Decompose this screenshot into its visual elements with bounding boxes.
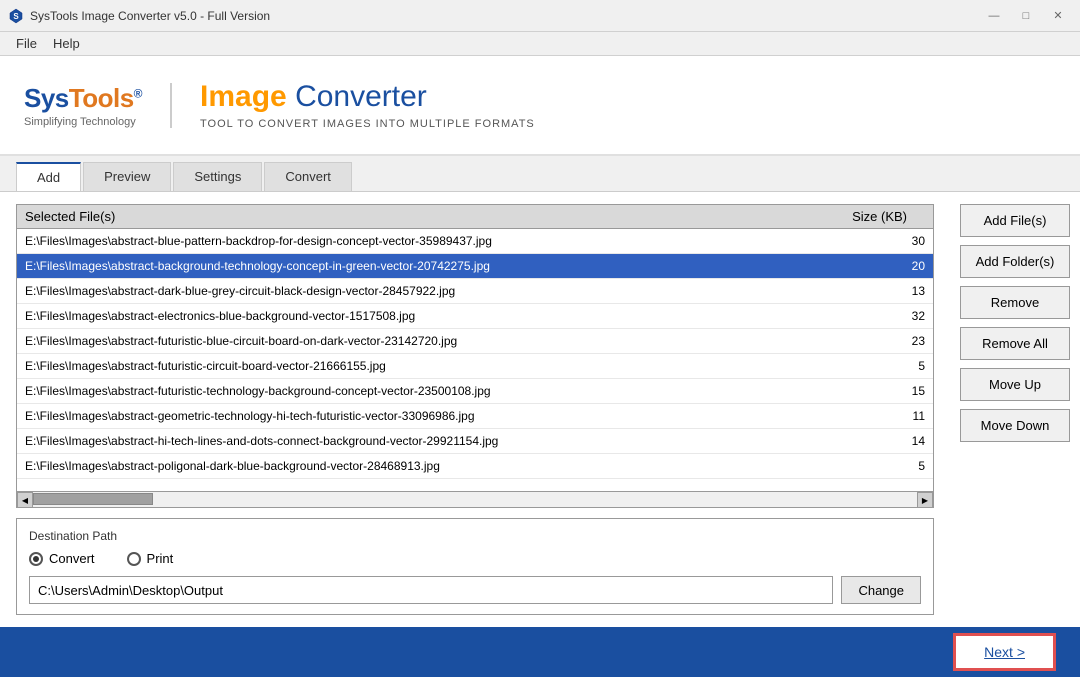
file-size: 15 xyxy=(843,382,933,400)
file-size: 20 xyxy=(843,257,933,275)
file-size: 14 xyxy=(843,432,933,450)
tabs-bar: Add Preview Settings Convert xyxy=(0,156,1080,192)
destination-section: Destination Path Convert Print Change xyxy=(16,518,934,615)
move-down-button[interactable]: Move Down xyxy=(960,409,1070,442)
file-list-body[interactable]: E:\Files\Images\abstract-blue-pattern-ba… xyxy=(17,229,933,491)
title-bar: S SysTools Image Converter v5.0 - Full V… xyxy=(0,0,1080,32)
logo-section: SysTools® Simplifying Technology xyxy=(24,83,172,128)
file-size: 11 xyxy=(843,407,933,425)
file-path: E:\Files\Images\abstract-hi-tech-lines-a… xyxy=(17,432,843,450)
table-row[interactable]: E:\Files\Images\abstract-background-tech… xyxy=(17,254,933,279)
add-files-button[interactable]: Add File(s) xyxy=(960,204,1070,237)
remove-all-button[interactable]: Remove All xyxy=(960,327,1070,360)
file-size: 5 xyxy=(843,357,933,375)
app-title-section: Image Converter TOOL TO CONVERT IMAGES I… xyxy=(200,80,535,130)
table-row[interactable]: E:\Files\Images\abstract-hi-tech-lines-a… xyxy=(17,429,933,454)
menu-help[interactable]: Help xyxy=(45,34,88,53)
file-path: E:\Files\Images\abstract-poligonal-dark-… xyxy=(17,457,843,475)
file-path: E:\Files\Images\abstract-futuristic-blue… xyxy=(17,332,843,350)
table-row[interactable]: E:\Files\Images\abstract-futuristic-circ… xyxy=(17,354,933,379)
table-row[interactable]: E:\Files\Images\abstract-geometric-techn… xyxy=(17,404,933,429)
app-subtitle: TOOL TO CONVERT IMAGES INTO MULTIPLE FOR… xyxy=(200,118,535,130)
table-row[interactable]: E:\Files\Images\abstract-futuristic-tech… xyxy=(17,379,933,404)
scroll-right-button[interactable]: ▶ xyxy=(917,492,933,508)
logo-brand: SysTools® xyxy=(24,83,142,114)
scroll-track[interactable] xyxy=(33,492,917,507)
file-path: E:\Files\Images\abstract-geometric-techn… xyxy=(17,407,843,425)
change-button[interactable]: Change xyxy=(841,576,921,604)
table-row[interactable]: E:\Files\Images\abstract-blue-pattern-ba… xyxy=(17,229,933,254)
path-row: Change xyxy=(29,576,921,604)
menu-file[interactable]: File xyxy=(8,34,45,53)
logo-tagline: Simplifying Technology xyxy=(24,116,136,128)
file-size: 30 xyxy=(843,232,933,250)
radio-group: Convert Print xyxy=(29,551,921,566)
file-path: E:\Files\Images\abstract-dark-blue-grey-… xyxy=(17,282,843,300)
app-title: Image Converter xyxy=(200,80,535,114)
next-button[interactable]: Next > xyxy=(953,633,1056,671)
horizontal-scrollbar[interactable]: ◀ ▶ xyxy=(17,491,933,507)
svg-text:S: S xyxy=(13,12,19,21)
destination-title: Destination Path xyxy=(29,529,921,543)
file-size: 13 xyxy=(843,282,933,300)
radio-print[interactable]: Print xyxy=(127,551,174,566)
table-row[interactable]: E:\Files\Images\abstract-electronics-blu… xyxy=(17,304,933,329)
main-content: Selected File(s) Size (KB) E:\Files\Imag… xyxy=(0,192,1080,627)
header: SysTools® Simplifying Technology Image C… xyxy=(0,56,1080,156)
file-size: 5 xyxy=(843,457,933,475)
table-row[interactable]: E:\Files\Images\abstract-futuristic-blue… xyxy=(17,329,933,354)
logo-sys: Sys xyxy=(24,83,69,113)
file-path: E:\Files\Images\abstract-futuristic-circ… xyxy=(17,357,843,375)
radio-convert[interactable]: Convert xyxy=(29,551,95,566)
move-up-button[interactable]: Move Up xyxy=(960,368,1070,401)
title-bar-text: SysTools Image Converter v5.0 - Full Ver… xyxy=(30,9,980,23)
left-panel: Selected File(s) Size (KB) E:\Files\Imag… xyxy=(0,192,950,627)
maximize-button[interactable]: □ xyxy=(1012,6,1040,26)
tab-add[interactable]: Add xyxy=(16,162,81,191)
radio-convert-indicator xyxy=(29,552,43,566)
file-path: E:\Files\Images\abstract-electronics-blu… xyxy=(17,307,843,325)
close-button[interactable]: ✕ xyxy=(1044,6,1072,26)
menu-bar: File Help xyxy=(0,32,1080,56)
app-icon: S xyxy=(8,8,24,24)
path-input[interactable] xyxy=(29,576,833,604)
col-size-header: Size (KB) xyxy=(825,209,915,224)
tab-preview[interactable]: Preview xyxy=(83,162,171,191)
remove-button[interactable]: Remove xyxy=(960,286,1070,319)
trademark: ® xyxy=(134,86,142,100)
file-table-header: Selected File(s) Size (KB) xyxy=(17,205,933,229)
table-row[interactable]: E:\Files\Images\abstract-dark-blue-grey-… xyxy=(17,279,933,304)
radio-print-label: Print xyxy=(147,551,174,566)
minimize-button[interactable]: — xyxy=(980,6,1008,26)
radio-print-indicator xyxy=(127,552,141,566)
file-size: 32 xyxy=(843,307,933,325)
app-title-word2: Converter xyxy=(287,80,427,113)
app-title-word1: Image xyxy=(200,80,287,113)
add-folder-button[interactable]: Add Folder(s) xyxy=(960,245,1070,278)
scroll-left-button[interactable]: ◀ xyxy=(17,492,33,508)
table-row[interactable]: E:\Files\Images\abstract-poligonal-dark-… xyxy=(17,454,933,479)
tab-convert[interactable]: Convert xyxy=(264,162,352,191)
window-controls: — □ ✕ xyxy=(980,6,1072,26)
right-panel: Add File(s) Add Folder(s) Remove Remove … xyxy=(950,192,1080,627)
file-path: E:\Files\Images\abstract-blue-pattern-ba… xyxy=(17,232,843,250)
file-size: 23 xyxy=(843,332,933,350)
file-table: Selected File(s) Size (KB) E:\Files\Imag… xyxy=(16,204,934,508)
file-path: E:\Files\Images\abstract-futuristic-tech… xyxy=(17,382,843,400)
col-file-header: Selected File(s) xyxy=(17,209,825,224)
file-path: E:\Files\Images\abstract-background-tech… xyxy=(17,257,843,275)
radio-convert-label: Convert xyxy=(49,551,95,566)
logo-tools: Tools xyxy=(69,83,134,113)
bottom-bar: Next > xyxy=(0,627,1080,677)
tab-settings[interactable]: Settings xyxy=(173,162,262,191)
